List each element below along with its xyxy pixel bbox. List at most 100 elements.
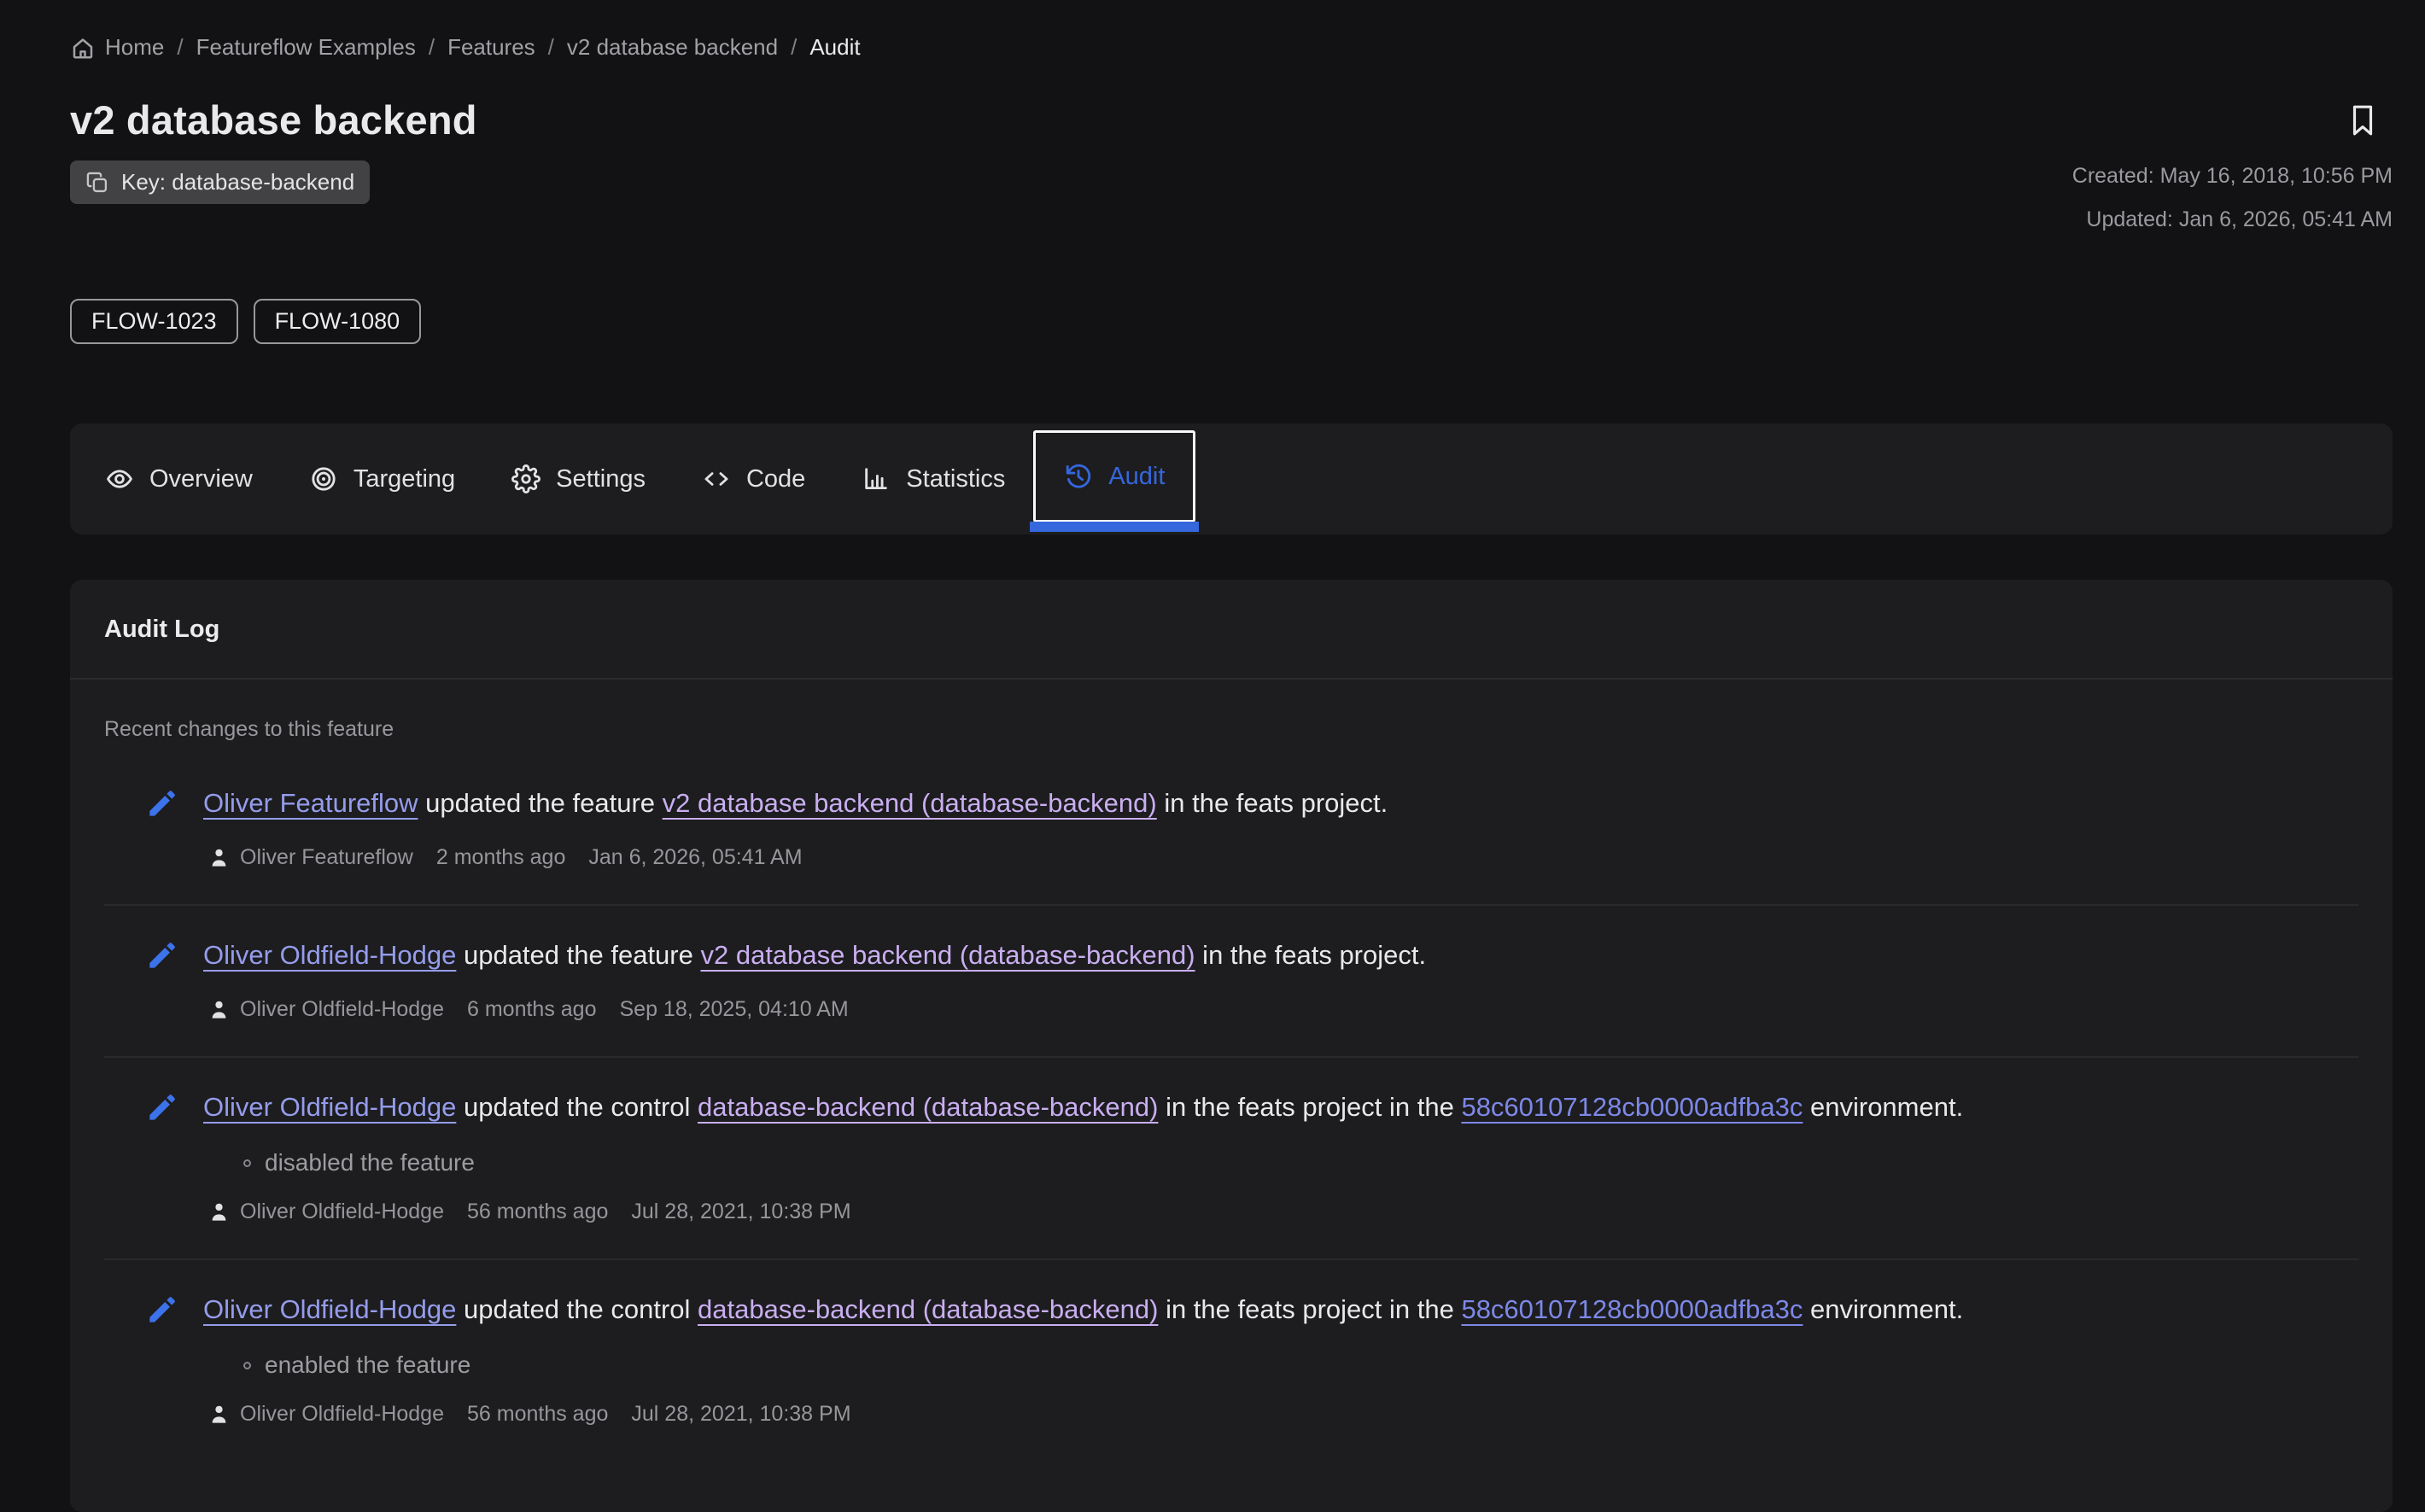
audit-entry-main: Oliver Oldfield-Hodge updated the featur… [143,937,2358,974]
pencil-icon [143,1089,181,1126]
audit-entry-detail: enabled the feature [243,1351,2358,1379]
breadcrumb-separator: / [791,34,797,61]
feature-link[interactable]: database-backend (database-backend) [698,1294,1158,1324]
user-link[interactable]: Oliver Oldfield-Hodge [203,940,456,970]
meta-timestamp: Sep 18, 2025, 04:10 AM [620,997,849,1022]
breadcrumb-item-home[interactable]: Home [70,34,164,61]
tab-settings[interactable]: Settings [483,423,674,534]
pencil-icon [143,937,181,974]
gear-icon [511,464,541,493]
tab-targeting[interactable]: Targeting [281,423,483,534]
breadcrumb-label: v2 database backend [567,34,778,61]
key-badge-label: Key: database-backend [121,169,354,196]
audit-entry: Oliver Oldfield-Hodge updated the contro… [104,1258,2358,1461]
breadcrumb-label: Featureflow Examples [196,34,416,61]
user-link[interactable]: Oliver Featureflow [203,788,418,818]
meta-user-name: Oliver Featureflow [240,845,413,870]
user-link[interactable]: Oliver Oldfield-Hodge [203,1092,456,1122]
meta-user-name: Oliver Oldfield-Hodge [240,1200,444,1224]
meta-age: 6 months ago [467,997,597,1022]
audit-log-title: Audit Log [104,616,2358,644]
audit-entry-meta: Oliver Oldfield-Hodge 6 months ago Sep 1… [207,997,2358,1022]
tab-label: Audit [1108,463,1165,491]
breadcrumb-separator: / [429,34,435,61]
created-timestamp: Created: May 16, 2018, 10:56 PM [2072,164,2393,189]
breadcrumb-item-v2-database-backend[interactable]: v2 database backend [567,34,778,61]
audit-entry-meta: Oliver Featureflow 2 months ago Jan 6, 2… [207,845,2358,870]
pencil-icon [143,785,181,822]
meta-user-name: Oliver Oldfield-Hodge [240,1402,444,1427]
tab-code[interactable]: Code [674,423,833,534]
target-icon [309,464,338,493]
audit-entry-detail-text: enabled the feature [265,1351,470,1379]
person-icon [207,1403,231,1426]
pencil-icon [143,1291,181,1328]
home-icon [70,35,96,61]
meta-timestamp: Jul 28, 2021, 10:38 PM [631,1402,850,1427]
audit-log-subtitle: Recent changes to this feature [104,717,2358,742]
audit-entry-text-fragment: in the feats project. [1195,940,1427,970]
key-badge[interactable]: Key: database-backend [70,161,370,204]
audit-entry-text: Oliver Oldfield-Hodge updated the contro… [203,1292,1963,1328]
feature-link[interactable]: v2 database backend (database-backend) [663,788,1157,818]
environment-link[interactable]: 58c60107128cb0000adfba3c [1461,1092,1803,1122]
tab-label: Code [746,465,805,493]
audit-entry-meta: Oliver Oldfield-Hodge 56 months ago Jul … [207,1402,2358,1427]
tag-flow-1080[interactable]: FLOW-1080 [254,299,422,344]
audit-entry-text-fragment: updated the control [456,1092,698,1122]
meta-row: Key: database-backend Created: May 16, 2… [70,161,2393,232]
audit-entry-text-fragment: in the feats project in the [1158,1092,1461,1122]
feature-link[interactable]: database-backend (database-backend) [698,1092,1158,1122]
audit-entry-text-fragment: updated the feature [418,788,663,818]
environment-link[interactable]: 58c60107128cb0000adfba3c [1461,1294,1803,1324]
audit-log-header: Audit Log [70,580,2393,680]
audit-entry-text-fragment: environment. [1803,1294,1963,1324]
audit-entry-detail-text: disabled the feature [265,1149,475,1176]
audit-entry-list: Oliver Featureflow updated the feature v… [104,754,2358,1461]
audit-entry-main: Oliver Oldfield-Hodge updated the contro… [143,1089,2358,1126]
breadcrumb-item-featureflow-examples[interactable]: Featureflow Examples [196,34,416,61]
eye-icon [105,464,134,493]
audit-entry-meta-user: Oliver Featureflow [207,845,413,870]
page: Home / Featureflow Examples / Features / v2 da… [0,0,2425,1512]
bookmark-icon [2346,102,2379,139]
audit-entry-main: Oliver Oldfield-Hodge updated the contro… [143,1291,2358,1328]
audit-entry-meta-user: Oliver Oldfield-Hodge [207,997,444,1022]
audit-entry-text-fragment: in the feats project in the [1158,1294,1461,1324]
audit-entry-text: Oliver Featureflow updated the feature v… [203,785,1388,821]
tab-label: Settings [556,465,646,493]
audit-entry: Oliver Featureflow updated the feature v… [104,754,2358,904]
tab-audit[interactable]: Audit [1033,430,1195,522]
tab-statistics[interactable]: Statistics [833,423,1033,534]
breadcrumb-item-features[interactable]: Features [447,34,535,61]
audit-entry-text: Oliver Oldfield-Hodge updated the contro… [203,1089,1963,1125]
feature-link[interactable]: v2 database backend (database-backend) [700,940,1195,970]
audit-entry-text-fragment: in the feats project. [1157,788,1388,818]
audit-entry-meta: Oliver Oldfield-Hodge 56 months ago Jul … [207,1200,2358,1224]
audit-entry: Oliver Oldfield-Hodge updated the contro… [104,1056,2358,1258]
audit-entry-meta-user: Oliver Oldfield-Hodge [207,1200,444,1224]
meta-age: 56 months ago [467,1200,608,1224]
breadcrumb-label: Features [447,34,535,61]
audit-entry: Oliver Oldfield-Hodge updated the featur… [104,904,2358,1056]
tag-flow-1023[interactable]: FLOW-1023 [70,299,238,344]
breadcrumb-label: Audit [809,34,860,61]
title-row: v2 database backend [70,96,2393,143]
person-icon [207,1200,231,1223]
bullet-icon [243,1362,251,1369]
person-icon [207,998,231,1021]
person-icon [207,846,231,869]
bookmark-button[interactable] [2346,102,2379,139]
audit-log-card: Audit Log Recent changes to this feature… [70,580,2393,1512]
breadcrumb-separator: / [548,34,554,61]
breadcrumb-label: Home [105,34,164,61]
bar-chart-icon [862,464,891,493]
breadcrumb-item-audit: Audit [809,34,860,61]
timestamps: Created: May 16, 2018, 10:56 PM Updated:… [2072,164,2393,232]
user-link[interactable]: Oliver Oldfield-Hodge [203,1294,456,1324]
tab-overview[interactable]: Overview [77,423,281,534]
audit-entry-meta-user: Oliver Oldfield-Hodge [207,1402,444,1427]
meta-user-name: Oliver Oldfield-Hodge [240,997,444,1022]
history-icon [1064,462,1093,491]
audit-entry-text-fragment: updated the control [456,1294,698,1324]
